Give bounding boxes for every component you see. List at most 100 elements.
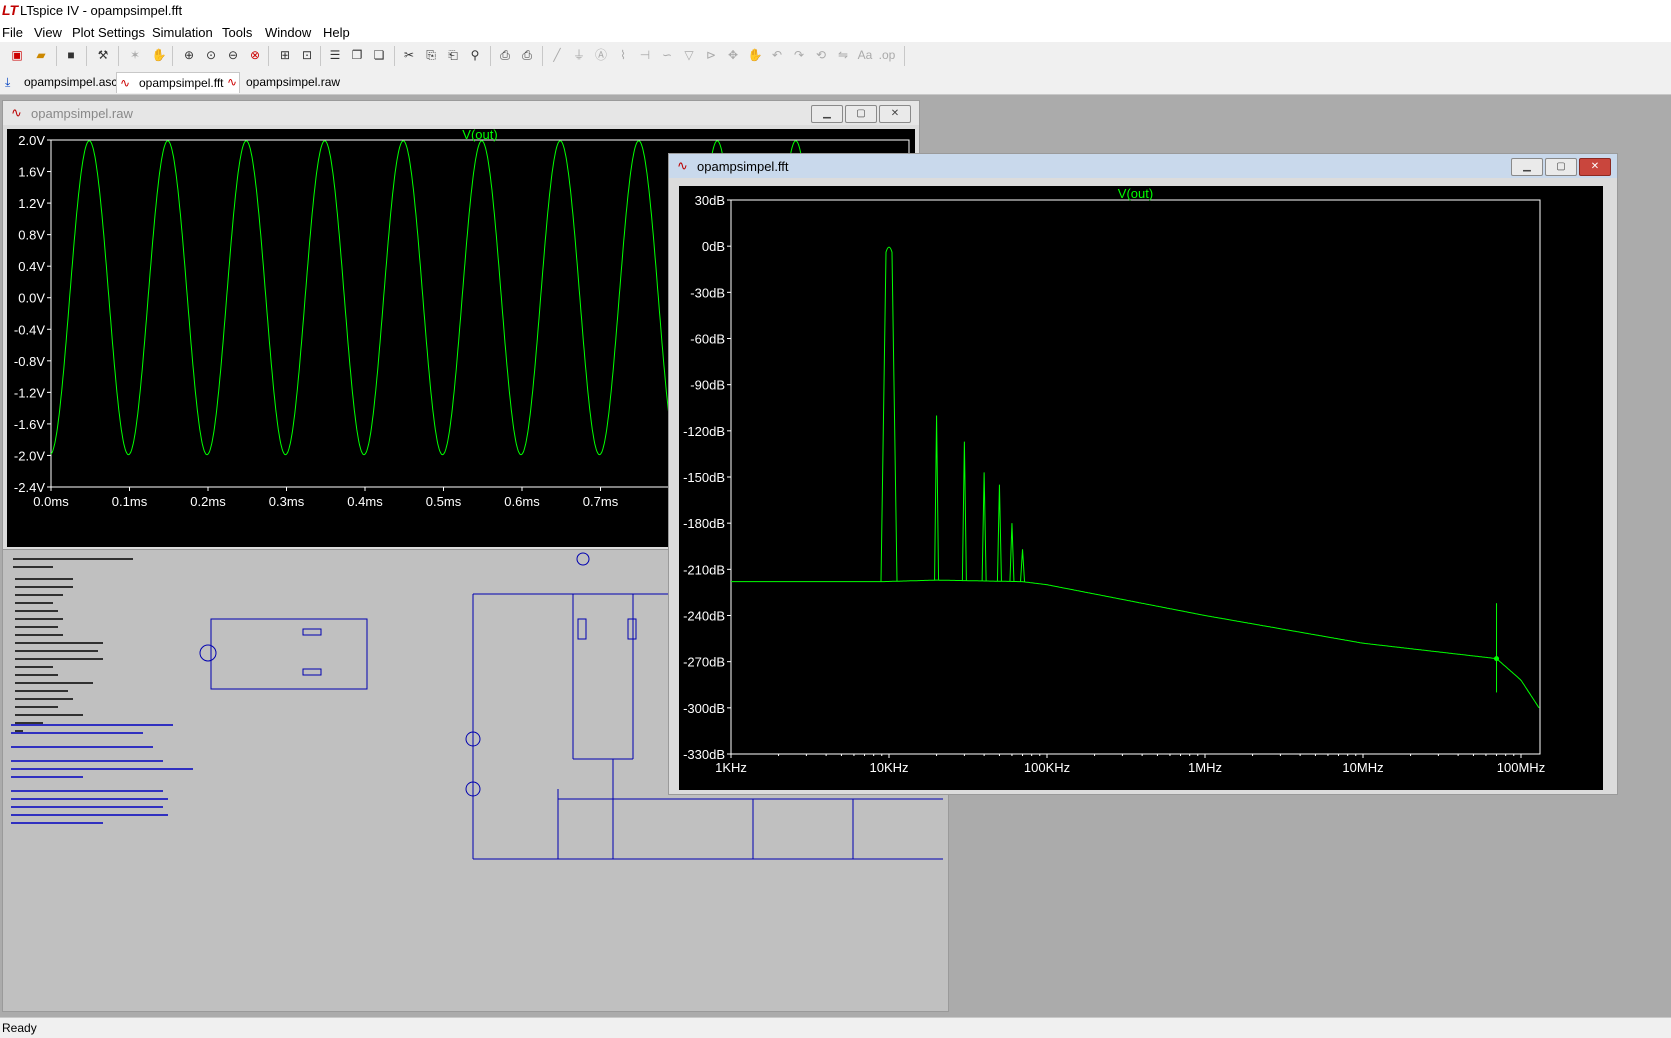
tile-vertical-icon[interactable]: ❏ <box>370 46 388 64</box>
y-tick-label: 0.0V <box>18 291 45 306</box>
waveform-icon: ∿ <box>677 158 688 173</box>
cut-icon[interactable]: ✂ <box>400 46 418 64</box>
menu-file[interactable]: File <box>2 25 23 40</box>
x-tick-label: 0.6ms <box>504 494 540 509</box>
y-tick-label: 30dB <box>695 193 725 208</box>
menu-plot-settings[interactable]: Plot Settings <box>72 25 145 40</box>
save-icon[interactable]: ■ <box>62 46 80 64</box>
y-tick-label: 1.2V <box>18 196 45 211</box>
x-tick-label: 10MHz <box>1342 760 1383 775</box>
y-tick-label: -0.4V <box>14 322 45 337</box>
find-icon[interactable]: ⚲ <box>466 46 484 64</box>
app-title: LTspice IV - opampsimpel.fft <box>20 3 183 18</box>
component-icon[interactable]: ⊳ <box>702 46 720 64</box>
raw-window-titlebar[interactable]: ∿ opampsimpel.raw ▁ ▢ ✕ <box>3 101 919 125</box>
move-icon[interactable]: ✥ <box>724 46 742 64</box>
tab-opampsimpel-raw[interactable]: ∿ opampsimpel.raw <box>224 72 356 92</box>
x-tick-label: 0.1ms <box>112 494 148 509</box>
tab-label: opampsimpel.raw <box>246 75 341 89</box>
tab-label: opampsimpel.fft <box>139 76 224 90</box>
harmonic-peak <box>1009 523 1015 582</box>
y-tick-label: -1.6V <box>14 417 45 432</box>
x-tick-label: 10KHz <box>869 760 908 775</box>
menu-window[interactable]: Window <box>265 25 311 40</box>
text-icon[interactable]: Aa <box>856 46 874 64</box>
zoom-fit-icon[interactable]: ⊗ <box>246 46 264 64</box>
noise-floor-trace <box>731 579 1540 709</box>
wire-icon[interactable]: ╱ <box>548 46 566 64</box>
harmonic-peak <box>1020 549 1026 582</box>
chart-title: V(out) <box>462 129 497 142</box>
maximize-button[interactable]: ▢ <box>1545 158 1577 176</box>
x-tick-label: 0.0ms <box>33 494 69 509</box>
close-button[interactable]: ✕ <box>1579 158 1611 176</box>
autorange-icon[interactable]: ⊞ <box>276 46 294 64</box>
harmonic-peak <box>934 415 940 581</box>
y-tick-label: 1.6V <box>18 165 45 180</box>
tile-horizontal-icon[interactable]: ☰ <box>326 46 344 64</box>
new-schematic-icon[interactable]: ▣ <box>8 46 26 64</box>
x-tick-label: 100KHz <box>1024 760 1070 775</box>
harmonic-peak <box>981 472 987 581</box>
fft-chart[interactable]: V(out) 30dB 0dB -30dB -60dB -90dB -120dB -150dB… <box>679 186 1603 790</box>
y-tick-label: 0.8V <box>18 228 45 243</box>
x-tick-label: 0.2ms <box>190 494 226 509</box>
tab-opampsimpel-fft[interactable]: ∿ opampsimpel.fft <box>116 72 240 93</box>
y-tick-label: -270dB <box>683 655 725 670</box>
y-tick-label: -2.4V <box>14 480 45 495</box>
redo-icon[interactable]: ↷ <box>790 46 808 64</box>
minimize-button[interactable]: ▁ <box>1511 158 1543 176</box>
menu-simulation[interactable]: Simulation <box>152 25 213 40</box>
print-icon[interactable]: ⎙ <box>518 46 536 64</box>
schematic-icon: ⤓ <box>5 75 11 89</box>
spice-directive-icon[interactable]: .op <box>878 46 896 64</box>
minimize-button[interactable]: ▁ <box>811 105 843 123</box>
label-net-icon[interactable]: Ⓐ <box>592 46 610 64</box>
y-tick-label: -1.2V <box>14 385 45 400</box>
mirror-icon[interactable]: ⇋ <box>834 46 852 64</box>
zoom-in-icon[interactable]: ⊕ <box>180 46 198 64</box>
menu-help[interactable]: Help <box>323 25 350 40</box>
zoom-out-icon[interactable]: ⊖ <box>224 46 242 64</box>
menu-tools[interactable]: Tools <box>222 25 252 40</box>
print-setup-icon[interactable]: ⎙ <box>496 46 514 64</box>
fft-window-title: opampsimpel.fft <box>697 159 789 174</box>
fft-plot-window[interactable]: ∿ opampsimpel.fft ▁ ▢ ✕ V(out) 30dB 0dB -30… <box>668 153 1618 795</box>
grid-icon[interactable]: ⊡ <box>298 46 316 64</box>
spur-marker <box>1494 656 1500 662</box>
pan-icon[interactable]: ⊙ <box>202 46 220 64</box>
close-button[interactable]: ✕ <box>879 105 911 123</box>
cascade-icon[interactable]: ❐ <box>348 46 366 64</box>
y-tick-label: -240dB <box>683 609 725 624</box>
capacitor-icon[interactable]: ⊣ <box>636 46 654 64</box>
ground-icon[interactable]: ⏚ <box>570 46 588 64</box>
menu-bar: File View Plot Settings Simulation Tools… <box>0 22 1671 42</box>
y-tick-label: -90dB <box>690 378 725 393</box>
run-icon[interactable]: ✶ <box>126 46 144 64</box>
maximize-button[interactable]: ▢ <box>845 105 877 123</box>
inductor-icon[interactable]: ∽ <box>658 46 676 64</box>
tab-opampsimpel-asc[interactable]: ⤓ opampsimpel.asc <box>2 72 134 92</box>
y-tick-label: -150dB <box>683 470 725 485</box>
harmonic-peak <box>996 484 1002 582</box>
copy-icon[interactable]: ⎘ <box>422 46 440 64</box>
open-folder-icon[interactable]: ▰ <box>32 46 50 64</box>
halt-icon[interactable]: ✋ <box>150 46 168 64</box>
resistor-icon[interactable]: ⌇ <box>614 46 632 64</box>
y-tick-label: -210dB <box>683 562 725 577</box>
diode-icon[interactable]: ▽ <box>680 46 698 64</box>
fft-plot-area[interactable]: V(out) 30dB 0dB -30dB -60dB -90dB -120dB -150dB… <box>679 186 1603 790</box>
y-tick-label: -30dB <box>690 285 725 300</box>
y-tick-label: 0.4V <box>18 259 45 274</box>
rotate-icon[interactable]: ⟲ <box>812 46 830 64</box>
x-tick-label: 100MHz <box>1497 760 1545 775</box>
control-panel-icon[interactable]: ⚒ <box>94 46 112 64</box>
fft-window-titlebar[interactable]: ∿ opampsimpel.fft ▁ ▢ ✕ <box>669 154 1617 178</box>
waveform-icon: ∿ <box>11 105 22 120</box>
drag-icon[interactable]: ✋ <box>746 46 764 64</box>
paste-icon[interactable]: ⎗ <box>444 46 462 64</box>
menu-view[interactable]: View <box>34 25 62 40</box>
chart-title: V(out) <box>1118 186 1153 201</box>
undo-icon[interactable]: ↶ <box>768 46 786 64</box>
y-tick-label: -180dB <box>683 516 725 531</box>
